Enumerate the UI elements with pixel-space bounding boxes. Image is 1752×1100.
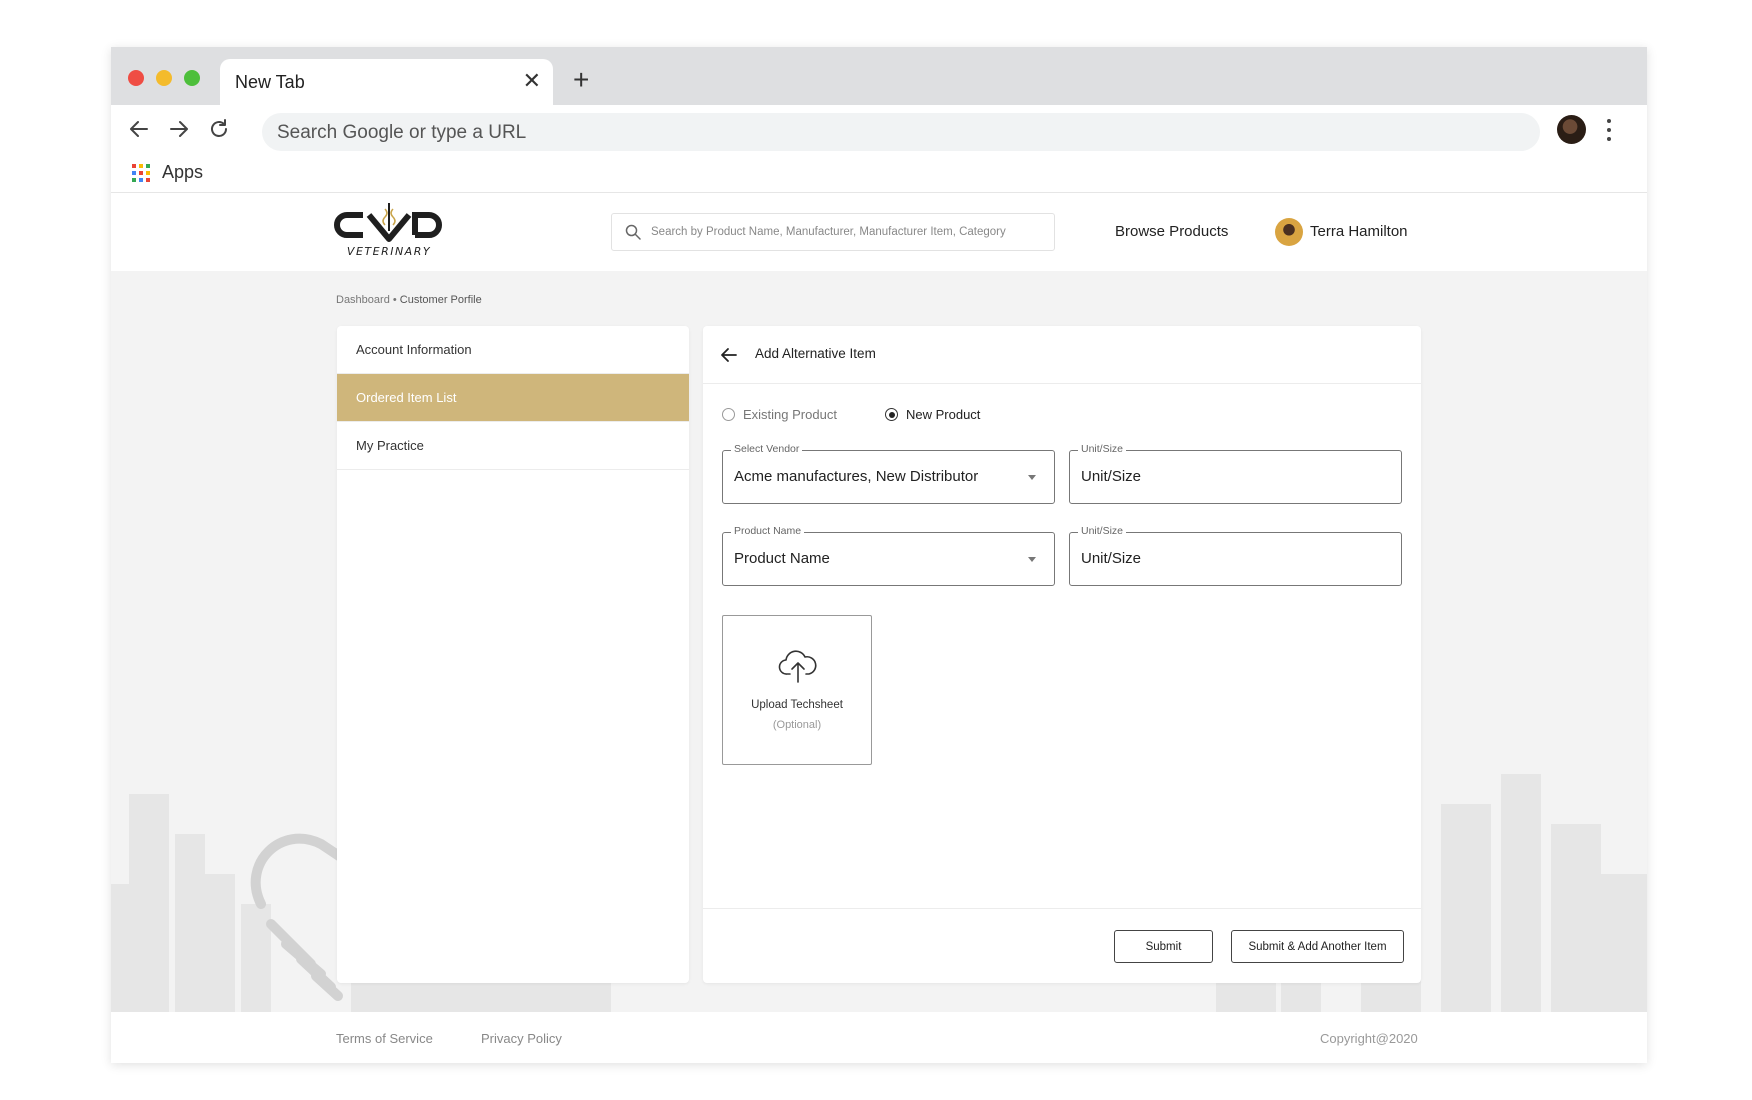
close-window-button[interactable] bbox=[128, 70, 144, 86]
close-tab-icon[interactable]: ✕ bbox=[523, 70, 541, 92]
logo-wordmark: VETERINARY bbox=[347, 245, 431, 258]
privacy-policy-link[interactable]: Privacy Policy bbox=[481, 1031, 562, 1046]
radio-indicator bbox=[885, 408, 898, 421]
profile-sidebar: Account Information Ordered Item List My… bbox=[337, 326, 689, 983]
submit-button[interactable]: Submit bbox=[1114, 930, 1213, 963]
tab-bar: New Tab ✕ + bbox=[111, 47, 1647, 105]
field-label: Select Vendor bbox=[731, 443, 803, 455]
site-footer: Terms of Service Privacy Policy Copyrigh… bbox=[111, 1012, 1647, 1063]
field-value: Unit/Size bbox=[1081, 550, 1142, 567]
field-value: Unit/Size bbox=[1081, 468, 1142, 485]
field-label: Unit/Size bbox=[1078, 525, 1127, 537]
field-value: Product Name bbox=[734, 550, 830, 567]
new-tab-icon[interactable]: + bbox=[573, 66, 589, 94]
upload-optional-note: (Optional) bbox=[772, 719, 822, 731]
browser-profile-avatar[interactable] bbox=[1557, 115, 1586, 144]
new-product-label: New Product bbox=[906, 407, 981, 422]
breadcrumb: Dashboard • Customer Porfile bbox=[336, 294, 482, 306]
breadcrumb-separator: • bbox=[389, 294, 400, 306]
browse-products-link[interactable]: Browse Products bbox=[1115, 223, 1228, 240]
unit-size-field-2[interactable]: Unit/Size Unit/Size bbox=[1069, 525, 1402, 586]
maximize-window-button[interactable] bbox=[184, 70, 200, 86]
tab-title: New Tab bbox=[235, 72, 305, 92]
search-placeholder: Search by Product Name, Manufacturer, Ma… bbox=[651, 226, 1006, 238]
browser-tab[interactable]: New Tab ✕ bbox=[220, 59, 553, 105]
copyright-text: Copyright@2020 bbox=[1320, 1031, 1418, 1046]
breadcrumb-current: Customer Porfile bbox=[399, 294, 482, 306]
dropdown-caret-icon bbox=[1028, 475, 1036, 480]
back-arrow-icon[interactable] bbox=[720, 346, 738, 364]
cloud-upload-icon bbox=[778, 650, 817, 683]
breadcrumb-dashboard[interactable]: Dashboard bbox=[336, 294, 390, 306]
select-vendor-dropdown[interactable]: Select Vendor Acme manufactures, New Dis… bbox=[722, 443, 1055, 504]
sidebar-item-label: Ordered Item List bbox=[356, 390, 457, 405]
search-icon bbox=[625, 224, 641, 240]
radio-indicator bbox=[722, 408, 735, 421]
user-name[interactable]: Terra Hamilton bbox=[1310, 223, 1408, 240]
add-alternative-item-panel: Add Alternative Item Existing Product Ne… bbox=[703, 326, 1421, 983]
field-value: Acme manufactures, New Distributor bbox=[734, 468, 979, 485]
back-arrow-icon[interactable] bbox=[127, 117, 151, 141]
browser-window: New Tab ✕ + Search Google or type a URL bbox=[111, 47, 1647, 1063]
address-bar[interactable]: Search Google or type a URL bbox=[262, 113, 1540, 151]
minimize-window-button[interactable] bbox=[156, 70, 172, 86]
divider bbox=[703, 908, 1421, 909]
sidebar-item-ordered-item-list[interactable]: Ordered Item List bbox=[337, 374, 689, 422]
dropdown-caret-icon bbox=[1028, 557, 1036, 562]
apps-bookmark[interactable]: Apps bbox=[162, 162, 203, 183]
apps-grid-icon[interactable] bbox=[132, 164, 150, 182]
bookmarks-bar: Apps bbox=[111, 153, 1647, 193]
reload-icon[interactable] bbox=[207, 117, 231, 141]
forward-arrow-icon[interactable] bbox=[167, 117, 191, 141]
submit-add-another-button[interactable]: Submit & Add Another Item bbox=[1231, 930, 1404, 963]
upload-label: Upload Techsheet bbox=[751, 699, 843, 711]
upload-techsheet-dropzone[interactable]: Upload Techsheet (Optional) bbox=[722, 615, 872, 765]
sidebar-item-account-information[interactable]: Account Information bbox=[337, 326, 689, 374]
panel-header: Add Alternative Item bbox=[703, 326, 1421, 384]
navigation-bar: Search Google or type a URL bbox=[111, 105, 1647, 153]
panel-title: Add Alternative Item bbox=[755, 346, 876, 361]
unit-size-field[interactable]: Unit/Size Unit/Size bbox=[1069, 443, 1402, 504]
product-name-dropdown[interactable]: Product Name Product Name bbox=[722, 525, 1055, 586]
sidebar-item-label: My Practice bbox=[356, 438, 424, 453]
user-avatar[interactable] bbox=[1275, 218, 1303, 246]
field-label: Unit/Size bbox=[1078, 443, 1127, 455]
terms-of-service-link[interactable]: Terms of Service bbox=[336, 1031, 433, 1046]
site-header: VETERINARY Search by Product Name, Manuf… bbox=[111, 194, 1647, 271]
product-search-input[interactable]: Search by Product Name, Manufacturer, Ma… bbox=[611, 213, 1055, 251]
cvp-logo[interactable]: VETERINARY bbox=[333, 201, 445, 269]
web-page: VETERINARY Search by Product Name, Manuf… bbox=[111, 194, 1647, 1063]
sidebar-item-label: Account Information bbox=[356, 342, 472, 357]
more-options-icon[interactable] bbox=[1605, 115, 1613, 145]
address-bar-placeholder: Search Google or type a URL bbox=[277, 122, 527, 143]
sidebar-item-my-practice[interactable]: My Practice bbox=[337, 422, 689, 470]
existing-product-label: Existing Product bbox=[743, 407, 837, 422]
field-label: Product Name bbox=[731, 525, 805, 537]
